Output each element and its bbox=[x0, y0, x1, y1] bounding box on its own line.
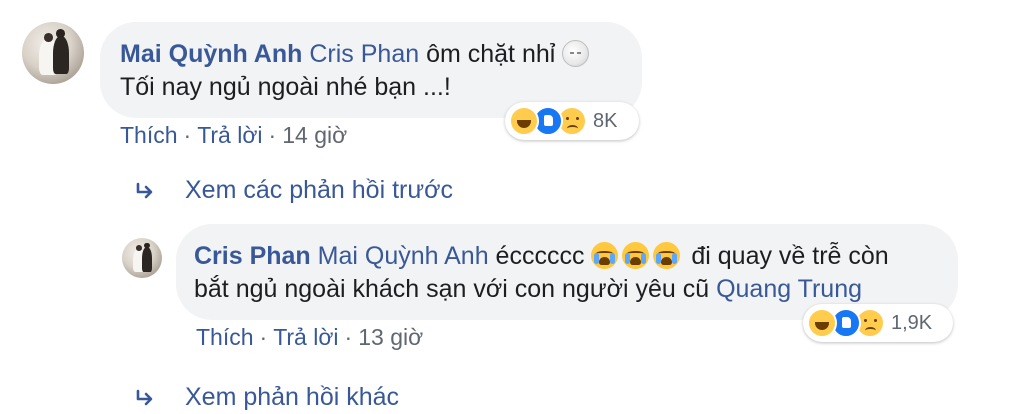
reaction-count: 8K bbox=[593, 109, 618, 132]
comment-author[interactable]: Mai Quỳnh Anh bbox=[120, 40, 302, 68]
view-previous-replies[interactable]: Xem các phản hồi trước bbox=[135, 176, 453, 205]
reaction-count: 1,9K bbox=[891, 311, 933, 334]
reply-actions: Thích · Trả lời · 13 giờ bbox=[196, 324, 423, 351]
crying-face-emoji-icon bbox=[591, 242, 619, 269]
avatar-cris-phan[interactable] bbox=[122, 238, 162, 278]
crying-face-emoji-icon bbox=[622, 242, 650, 269]
reply-arrow-icon bbox=[136, 389, 153, 405]
crying-face-emoji-icon bbox=[653, 242, 681, 269]
reply-text: bắt ngủ ngoài khách sạn với con người yê… bbox=[194, 275, 710, 303]
view-more-label[interactable]: Xem phản hồi khác bbox=[185, 383, 399, 412]
reaction-summary[interactable]: 8K bbox=[505, 102, 639, 140]
reply-link[interactable]: Trả lời bbox=[273, 324, 338, 350]
comment-text: Tối nay ngủ ngoài nhé bạn ...! bbox=[120, 73, 451, 101]
haha-reaction-icon bbox=[807, 308, 837, 338]
reply-mention[interactable]: Mai Quỳnh Anh bbox=[318, 242, 489, 270]
reply-text: đi quay về trễ còn bbox=[691, 242, 889, 270]
reply-author[interactable]: Cris Phan bbox=[194, 242, 311, 270]
like-link[interactable]: Thích bbox=[120, 122, 178, 148]
reaction-summary[interactable]: 1,9K bbox=[803, 304, 953, 342]
haha-reaction-icon bbox=[509, 106, 539, 136]
view-previous-label[interactable]: Xem các phản hồi trước bbox=[185, 176, 453, 205]
moon-face-emoji-icon bbox=[562, 40, 590, 67]
reply-timestamp[interactable]: 13 giờ bbox=[358, 324, 423, 350]
view-more-replies[interactable]: Xem phản hồi khác bbox=[135, 383, 399, 412]
comment-mention[interactable]: Cris Phan bbox=[309, 40, 419, 68]
reply-link[interactable]: Trả lời bbox=[197, 122, 262, 148]
separator: · bbox=[259, 324, 268, 350]
comment-timestamp[interactable]: 14 giờ bbox=[282, 122, 347, 148]
reply-arrow-icon bbox=[136, 182, 153, 198]
like-link[interactable]: Thích bbox=[196, 324, 254, 350]
avatar-mai-quynh-anh[interactable] bbox=[22, 22, 84, 84]
separator: · bbox=[268, 122, 277, 148]
comment-actions: Thích · Trả lời · 14 giờ bbox=[120, 122, 347, 149]
reply-mention[interactable]: Quang Trung bbox=[716, 275, 862, 303]
reply-text: écccccc bbox=[495, 242, 585, 270]
separator: · bbox=[183, 122, 192, 148]
comment-text: ôm chặt nhỉ bbox=[426, 40, 556, 68]
separator: · bbox=[344, 324, 353, 350]
